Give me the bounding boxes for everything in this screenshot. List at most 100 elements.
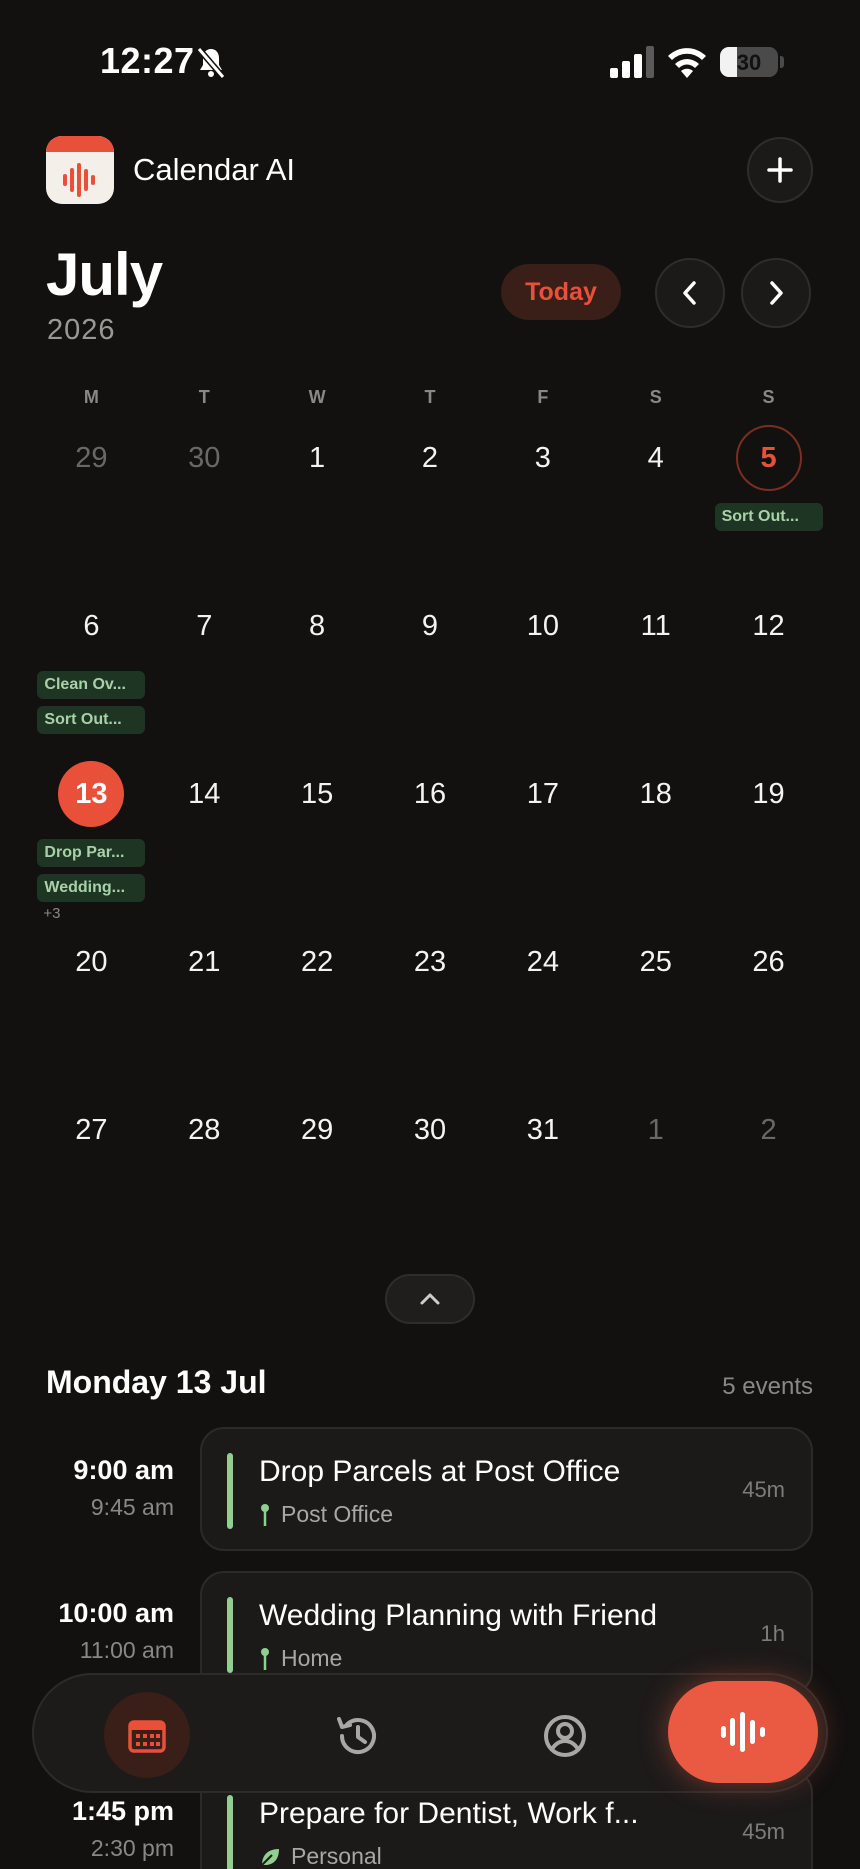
collapse-calendar-button[interactable]	[385, 1274, 475, 1324]
calendar-day-cell[interactable]: 2	[374, 425, 487, 593]
day-number: 23	[413, 945, 447, 978]
calendar-day-cell[interactable]: 1	[599, 1097, 712, 1265]
calendar-day-cell[interactable]: 24	[486, 929, 599, 1097]
month-title: July	[46, 241, 163, 308]
more-events-count: +3	[43, 905, 61, 922]
pin-icon	[261, 1647, 269, 1670]
calendar-day-cell[interactable]: 7	[148, 593, 261, 761]
event-color-bar	[227, 1795, 233, 1869]
calendar-day-cell[interactable]: 14	[148, 761, 261, 929]
profile-icon[interactable]	[542, 1713, 588, 1759]
calendar-day-cell[interactable]: 11	[599, 593, 712, 761]
voice-input-button[interactable]	[668, 1681, 818, 1783]
chevron-up-icon	[420, 1293, 440, 1305]
calendar-day-cell[interactable]: 30	[148, 425, 261, 593]
app-logo	[46, 136, 114, 204]
today-button[interactable]: Today	[501, 264, 621, 320]
calendar-day-cell[interactable]: 25	[599, 929, 712, 1097]
calendar-day-cell[interactable]: 19	[712, 761, 825, 929]
calendar-day-cell[interactable]: 5 Sort Out...	[712, 425, 825, 593]
calendar-day-cell[interactable]: 26	[712, 929, 825, 1097]
nav-calendar-button[interactable]	[104, 1692, 190, 1778]
calendar-day-cell[interactable]: 6 Clean Ov... Sort Out...	[35, 593, 148, 761]
wifi-icon	[668, 48, 706, 78]
calendar-day-cell[interactable]: 28	[148, 1097, 261, 1265]
calendar-day-cell[interactable]: 16	[374, 761, 487, 929]
day-number: 7	[196, 609, 213, 642]
event-card[interactable]: Drop Parcels at Post Office Post Office …	[200, 1427, 813, 1551]
calendar-day-cell[interactable]: 22	[261, 929, 374, 1097]
event-time: 1:45 pm 2:30 pm	[72, 1796, 174, 1862]
day-number: 5	[735, 425, 802, 491]
calendar-day-cell[interactable]: 23	[374, 929, 487, 1097]
day-number: 22	[300, 945, 334, 978]
event-end-time: 9:45 am	[90, 1494, 174, 1520]
calendar-day-cell[interactable]: 4	[599, 425, 712, 593]
calendar-day-cell[interactable]: 30	[374, 1097, 487, 1265]
weekday-label: M	[83, 387, 99, 407]
calendar-day-cell[interactable]: 2	[712, 1097, 825, 1265]
event-title: Wedding Planning with Friend	[259, 1599, 658, 1632]
pin-icon	[261, 1503, 269, 1526]
event-duration: 45m	[742, 1819, 785, 1844]
event-chips: Clean Ov... Sort Out...	[37, 671, 146, 734]
calendar-day-cell[interactable]: 15	[261, 761, 374, 929]
calendar-day-cell[interactable]: 29	[261, 1097, 374, 1265]
event-end-time: 11:00 am	[79, 1637, 174, 1663]
calendar-day-cell[interactable]: 9	[374, 593, 487, 761]
day-number: 14	[188, 777, 221, 810]
next-month-button[interactable]	[741, 258, 811, 328]
event-chip[interactable]: Sort Out...	[714, 503, 823, 531]
event-chip[interactable]: Drop Par...	[37, 839, 146, 867]
bell-muted-icon	[196, 47, 226, 79]
calendar-day-cell[interactable]: 27	[35, 1097, 148, 1265]
calendar-day-cell[interactable]: 20	[35, 929, 148, 1097]
event-chip[interactable]: Wedding...	[37, 874, 146, 902]
day-number: 17	[526, 777, 559, 810]
weekday-label: S	[649, 387, 662, 407]
battery-level: 30	[736, 50, 762, 75]
day-number: 4	[647, 441, 664, 474]
event-chip[interactable]: Clean Ov...	[37, 671, 146, 699]
calendar-day-cell[interactable]: 3	[486, 425, 599, 593]
leaf-icon	[261, 1848, 279, 1866]
calendar-day-cell[interactable]: 10	[486, 593, 599, 761]
event-duration: 1h	[760, 1621, 785, 1646]
calendar-day-cell[interactable]: 13 Drop Par... Wedding... +3	[35, 761, 148, 929]
day-number: 10	[526, 609, 559, 642]
event-chip[interactable]: Sort Out...	[37, 706, 146, 734]
day-number: 2	[421, 441, 439, 474]
app-title: Calendar AI	[133, 152, 295, 187]
day-number: 24	[526, 945, 559, 978]
calendar-day-cell[interactable]: 21	[148, 929, 261, 1097]
event-location-label: Home	[281, 1645, 343, 1671]
calendar-day-cell[interactable]: 1	[261, 425, 374, 593]
day-number: 2	[760, 1113, 777, 1146]
calendar-day-cell[interactable]: 18	[599, 761, 712, 929]
calendar-day-cell[interactable]: 8	[261, 593, 374, 761]
history-icon[interactable]	[334, 1713, 380, 1759]
calendar-day-cell[interactable]: 17	[486, 761, 599, 929]
event-location: Personal	[259, 1843, 382, 1869]
event-title: Drop Parcels at Post Office	[259, 1455, 621, 1488]
year-label: 2026	[47, 314, 116, 346]
day-number: 30	[188, 441, 221, 474]
event-duration: 45m	[742, 1477, 785, 1502]
day-number: 16	[413, 777, 447, 810]
event-title: Prepare for Dentist, Work f...	[259, 1797, 639, 1830]
day-number: 29	[75, 441, 108, 474]
battery-nub	[780, 56, 784, 68]
day-number: 11	[640, 609, 671, 642]
calendar-day-cell[interactable]: 31	[486, 1097, 599, 1265]
event-time: 9:00 am 9:45 am	[73, 1455, 174, 1521]
add-event-button[interactable]	[747, 137, 813, 203]
day-number: 3	[534, 441, 551, 474]
chevron-left-icon	[683, 281, 696, 305]
event-start-time: 9:00 am	[73, 1455, 174, 1485]
day-number: 6	[83, 609, 100, 642]
day-number: 1	[309, 441, 326, 474]
day-number: 13	[58, 761, 125, 827]
previous-month-button[interactable]	[655, 258, 725, 328]
calendar-day-cell[interactable]: 29	[35, 425, 148, 593]
calendar-day-cell[interactable]: 12	[712, 593, 825, 761]
